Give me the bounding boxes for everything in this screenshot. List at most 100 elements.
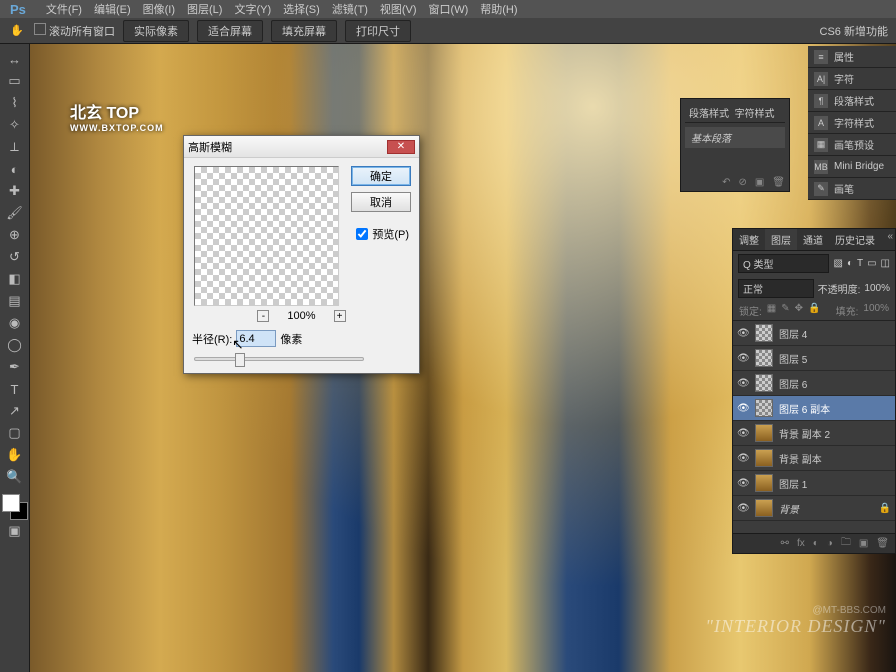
brush-tool-icon[interactable]: 🖌 xyxy=(3,203,27,223)
layer-thumb[interactable] xyxy=(755,374,773,392)
actual-pixels-button[interactable]: 实际像素 xyxy=(123,20,189,42)
panel-properties[interactable]: ≡属性 xyxy=(808,46,896,68)
menu-type[interactable]: 文字(Y) xyxy=(228,1,277,17)
layer-thumb[interactable] xyxy=(755,399,773,417)
visibility-icon[interactable]: 👁 xyxy=(737,453,749,464)
filter-text-icon[interactable]: T xyxy=(857,258,863,269)
visibility-icon[interactable]: 👁 xyxy=(737,353,749,364)
new-style-icon[interactable]: ▣ xyxy=(755,177,764,188)
trash-icon[interactable]: 🗑 xyxy=(772,177,785,188)
menu-view[interactable]: 视图(V) xyxy=(374,1,423,17)
menu-window[interactable]: 窗口(W) xyxy=(423,1,475,17)
wand-tool-icon[interactable]: ✧ xyxy=(3,115,27,135)
lock-paint-icon[interactable]: ✎ xyxy=(781,303,789,318)
filter-shape-icon[interactable]: ▭ xyxy=(867,258,876,269)
lock-all-icon[interactable]: 🔒 xyxy=(808,303,820,318)
eyedropper-tool-icon[interactable]: ◐ xyxy=(3,159,27,179)
panel-brush[interactable]: ✎画笔 xyxy=(808,178,896,200)
layer-row[interactable]: 👁图层 6 xyxy=(733,371,895,396)
layer-thumb[interactable] xyxy=(755,449,773,467)
lock-trans-icon[interactable]: ▦ xyxy=(767,303,776,318)
lasso-tool-icon[interactable]: ⌇ xyxy=(3,93,27,113)
stamp-tool-icon[interactable]: ⊕ xyxy=(3,225,27,245)
whats-new-label[interactable]: CS6 新增功能 xyxy=(820,23,888,39)
panel-minibridge[interactable]: MBMini Bridge xyxy=(808,156,896,178)
gradient-tool-icon[interactable]: ▤ xyxy=(3,291,27,311)
hand-tool-icon[interactable]: ✋ xyxy=(3,445,27,465)
tab-para-styles[interactable]: 段落样式 xyxy=(689,109,729,120)
filter-smart-icon[interactable]: ◫ xyxy=(881,258,890,269)
zoom-tool-icon[interactable]: 🔍 xyxy=(3,467,27,487)
delete-icon[interactable]: 🗑 xyxy=(876,538,889,549)
history-brush-icon[interactable]: ↺ xyxy=(3,247,27,267)
quickmask-icon[interactable]: ▣ xyxy=(3,521,27,541)
visibility-icon[interactable]: 👁 xyxy=(737,503,749,514)
color-swatches[interactable] xyxy=(2,494,28,520)
visibility-icon[interactable]: 👁 xyxy=(737,328,749,339)
mask-icon[interactable]: ◐ xyxy=(813,538,819,549)
menu-layer[interactable]: 图层(L) xyxy=(181,1,228,17)
layer-row[interactable]: 👁背景 副本 2 xyxy=(733,421,895,446)
eraser-tool-icon[interactable]: ◧ xyxy=(3,269,27,289)
print-size-button[interactable]: 打印尺寸 xyxy=(345,20,411,42)
filter-adj-icon[interactable]: ◐ xyxy=(847,258,853,269)
visibility-icon[interactable]: 👁 xyxy=(737,378,749,389)
lock-pos-icon[interactable]: ✥ xyxy=(795,303,803,318)
blend-mode-select[interactable]: 正常 xyxy=(738,279,814,298)
blur-preview[interactable] xyxy=(194,166,339,306)
scroll-all-check[interactable]: 滚动所有窗口 xyxy=(34,23,115,39)
link-icon[interactable]: ⚯ xyxy=(781,538,789,549)
fit-screen-button[interactable]: 适合屏幕 xyxy=(197,20,263,42)
folder-icon[interactable]: 🗀 xyxy=(841,535,851,552)
path-tool-icon[interactable]: ↗ xyxy=(3,401,27,421)
panel-close-icon[interactable]: « xyxy=(887,231,893,242)
layer-thumb[interactable] xyxy=(755,474,773,492)
crop-tool-icon[interactable]: ⟂ xyxy=(3,137,27,157)
tab-adjust[interactable]: 调整 xyxy=(733,229,765,250)
dodge-tool-icon[interactable]: ◯ xyxy=(3,335,27,355)
layer-thumb[interactable] xyxy=(755,499,773,517)
visibility-icon[interactable]: 👁 xyxy=(737,428,749,439)
panel-brushpreset[interactable]: ▦画笔预设 xyxy=(808,134,896,156)
layer-thumb[interactable] xyxy=(755,424,773,442)
layer-row[interactable]: 👁背景🔒 xyxy=(733,496,895,521)
layer-thumb[interactable] xyxy=(755,324,773,342)
pen-tool-icon[interactable]: ✒ xyxy=(3,357,27,377)
close-icon[interactable]: ✕ xyxy=(387,140,415,154)
slider-thumb[interactable] xyxy=(235,353,245,367)
preview-check-input[interactable] xyxy=(356,228,368,240)
zoom-in-button[interactable]: + xyxy=(334,310,346,322)
zoom-out-button[interactable]: - xyxy=(257,310,269,322)
tab-history[interactable]: 历史记录 xyxy=(829,229,881,250)
adjust-icon[interactable]: ◑ xyxy=(827,538,833,549)
fx-icon[interactable]: fx xyxy=(797,538,805,549)
style-item-basic[interactable]: 基本段落 xyxy=(685,127,785,148)
fill-value[interactable]: 100% xyxy=(863,303,889,318)
radius-slider[interactable] xyxy=(194,357,364,361)
preview-checkbox[interactable]: 预览(P) xyxy=(356,226,409,242)
layer-row[interactable]: 👁图层 6 副本 xyxy=(733,396,895,421)
menu-edit[interactable]: 编辑(E) xyxy=(88,1,137,17)
tab-char-styles[interactable]: 字符样式 xyxy=(735,109,775,120)
visibility-icon[interactable]: 👁 xyxy=(737,403,749,414)
blur-tool-icon[interactable]: ◉ xyxy=(3,313,27,333)
heal-tool-icon[interactable]: ✚ xyxy=(3,181,27,201)
layer-kind-select[interactable]: Q 类型 xyxy=(738,254,829,273)
shape-tool-icon[interactable]: ▢ xyxy=(3,423,27,443)
hand-tool-icon[interactable]: ✋ xyxy=(8,22,26,40)
menu-help[interactable]: 帮助(H) xyxy=(474,1,523,17)
panel-charstyle[interactable]: A字符样式 xyxy=(808,112,896,134)
opacity-value[interactable]: 100% xyxy=(864,283,890,294)
layer-row[interactable]: 👁背景 副本 xyxy=(733,446,895,471)
panel-parastyle[interactable]: ¶段落样式 xyxy=(808,90,896,112)
tab-channels[interactable]: 通道 xyxy=(797,229,829,250)
menu-file[interactable]: 文件(F) xyxy=(40,1,88,17)
menu-filter[interactable]: 滤镜(T) xyxy=(326,1,374,17)
menu-select[interactable]: 选择(S) xyxy=(277,1,326,17)
menu-image[interactable]: 图像(I) xyxy=(137,1,181,17)
radius-input[interactable] xyxy=(236,330,276,347)
undo-icon[interactable]: ↶ xyxy=(722,177,730,188)
new-layer-icon[interactable]: ▣ xyxy=(859,538,868,549)
layer-thumb[interactable] xyxy=(755,349,773,367)
layer-row[interactable]: 👁图层 4 xyxy=(733,321,895,346)
